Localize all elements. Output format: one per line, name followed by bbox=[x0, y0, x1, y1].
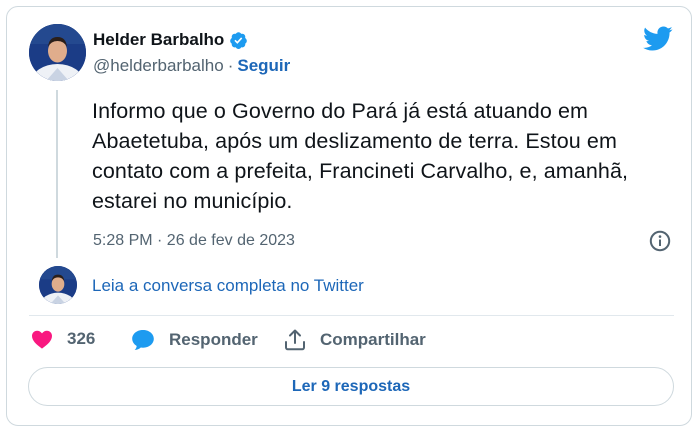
share-upload-icon bbox=[285, 329, 305, 351]
author-avatar[interactable] bbox=[29, 24, 86, 81]
share-label: Compartilhar bbox=[320, 330, 426, 349]
like-count: 326 bbox=[67, 329, 96, 348]
read-replies-button[interactable]: Ler 9 respostas bbox=[28, 367, 674, 406]
verified-badge-icon bbox=[229, 31, 248, 50]
handle-separator: · bbox=[227, 56, 234, 75]
info-icon[interactable] bbox=[648, 229, 672, 253]
author-handle[interactable]: @helderbarbalho bbox=[93, 56, 224, 75]
reply-label: Responder bbox=[169, 330, 258, 349]
thread-connector-line bbox=[56, 90, 58, 258]
author-handle-row: @helderbarbalho · Seguir bbox=[93, 56, 290, 76]
twitter-bird-icon[interactable] bbox=[643, 26, 673, 52]
follow-link[interactable]: Seguir bbox=[237, 56, 290, 75]
author-display-name[interactable]: Helder Barbalho bbox=[93, 30, 224, 50]
tweet-embed-card: Helder Barbalho @helderbarbalho · Seguir I… bbox=[6, 6, 692, 426]
heart-icon bbox=[32, 330, 52, 349]
tweet-timestamp[interactable]: 5:28 PM · 26 de fev de 2023 bbox=[93, 232, 295, 250]
reader-avatar[interactable] bbox=[39, 266, 77, 304]
read-full-conversation-link[interactable]: Leia a conversa completa no Twitter bbox=[92, 276, 364, 296]
share-button[interactable]: Compartilhar bbox=[284, 329, 426, 351]
avatar-photo bbox=[29, 24, 86, 81]
speech-bubble-icon bbox=[132, 330, 154, 350]
like-button[interactable]: 326 bbox=[31, 329, 95, 349]
reply-button[interactable]: Responder bbox=[131, 329, 258, 351]
actions-divider bbox=[29, 315, 674, 316]
author-name-row: Helder Barbalho bbox=[93, 30, 248, 50]
tweet-text: Informo que o Governo do Pará já está at… bbox=[92, 99, 629, 213]
avatar-photo-small bbox=[39, 266, 77, 304]
